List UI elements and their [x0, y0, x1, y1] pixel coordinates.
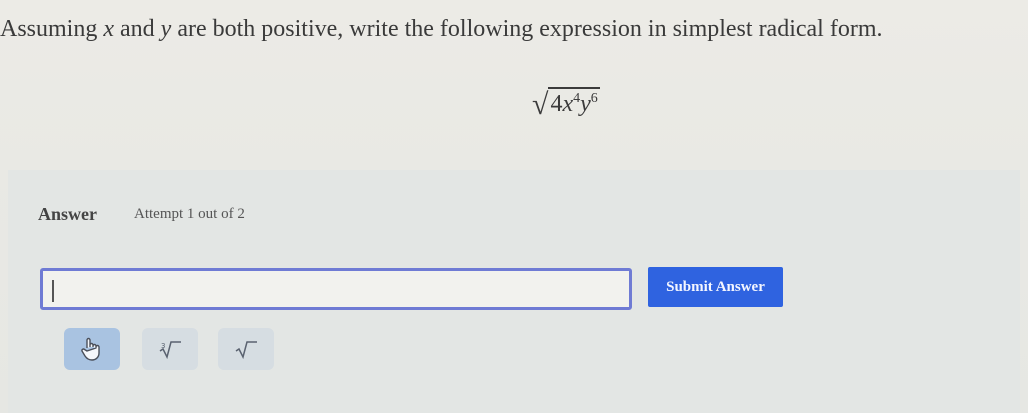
text-cursor	[52, 280, 54, 302]
cube-root-icon: 3	[159, 341, 181, 359]
answer-input[interactable]	[40, 268, 632, 310]
question-prefix: Assuming	[0, 16, 104, 42]
square-root-icon	[235, 341, 257, 359]
hand-pointer-icon	[81, 337, 100, 361]
coefficient: 4	[550, 91, 563, 117]
question-and: and	[114, 16, 161, 42]
question-text: Assuming x and y are both positive, writ…	[0, 16, 1028, 43]
answer-label: Answer	[38, 204, 97, 224]
question-var-y: y	[160, 16, 172, 42]
tool-hand-button[interactable]	[64, 328, 120, 370]
svg-text:3: 3	[161, 342, 165, 350]
radical-expression: √4x4y6	[532, 87, 600, 122]
radical-sign: √	[532, 88, 549, 121]
question-suffix: are both positive, write the following e…	[171, 16, 883, 42]
question-var-x: x	[103, 16, 115, 42]
answer-panel: Answer Attempt 1 out of 2 Submit Answer …	[8, 170, 1020, 413]
submit-answer-button[interactable]: Submit Answer	[648, 267, 783, 307]
exponent-y: 6	[590, 91, 598, 106]
tool-cube-root-button[interactable]: 3	[142, 328, 198, 370]
attempt-counter: Attempt 1 out of 2	[134, 206, 245, 222]
tool-square-root-button[interactable]	[218, 328, 274, 370]
expr-var-x: x	[562, 91, 574, 117]
expr-var-y: y	[580, 91, 591, 117]
radicand: 4x4y6	[548, 87, 600, 117]
